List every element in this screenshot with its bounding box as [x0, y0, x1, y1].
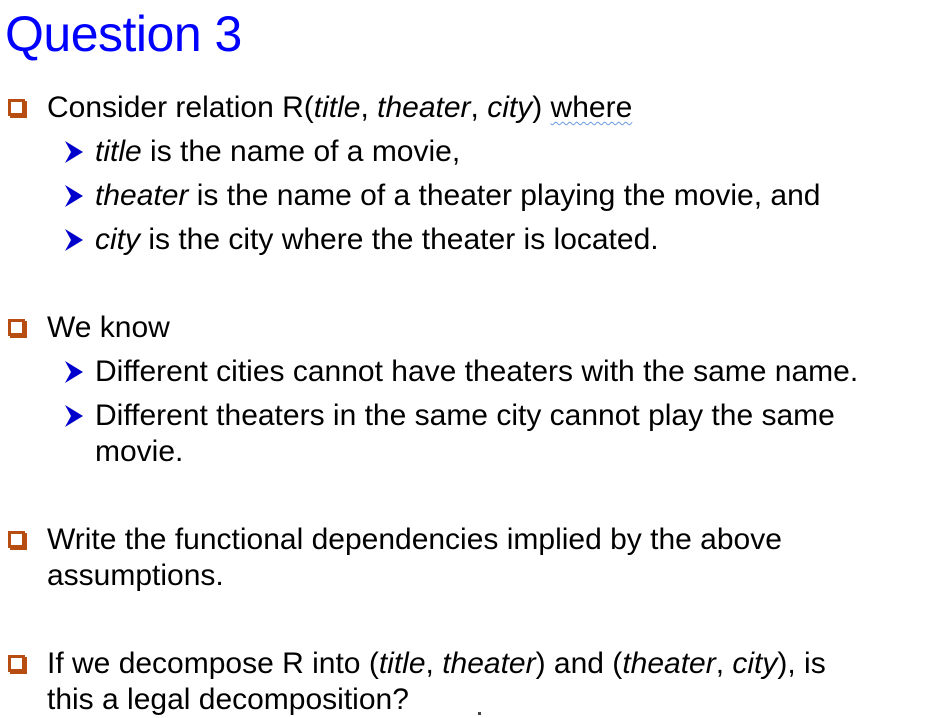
sub-bullet-text: Different theaters in the same city cann… — [95, 399, 835, 432]
arrow-bullet-icon — [65, 185, 83, 207]
sub-bullet-text: city is the city where the theater is lo… — [95, 223, 659, 256]
bullet-text: If we decompose R into (title, theater) … — [47, 647, 826, 680]
sub-bullet-text: movie. — [95, 435, 184, 468]
square-bullet-icon — [8, 531, 25, 548]
bullet-text: this a legal decomposition? — [47, 683, 409, 716]
sub-bullet-text: title is the name of a movie, — [95, 135, 461, 168]
bullet-text: Consider relation R(title, theater, city… — [47, 91, 633, 124]
arrow-bullet-icon — [65, 405, 83, 427]
square-bullet-icon — [8, 99, 25, 116]
cursor-mark — [478, 712, 481, 715]
page-title: Question 3 — [5, 6, 242, 62]
bullet-text: Write the functional dependencies implie… — [47, 523, 782, 556]
arrow-bullet-icon — [65, 361, 83, 383]
arrow-bullet-icon — [65, 141, 83, 163]
square-bullet-icon — [8, 655, 25, 672]
square-bullet-icon — [8, 319, 25, 336]
sub-bullet-text: Different cities cannot have theaters wi… — [95, 355, 859, 388]
sub-bullet-text: theater is the name of a theater playing… — [95, 179, 821, 212]
spellcheck-underlined-word: where — [550, 91, 633, 124]
arrow-bullet-icon — [65, 229, 83, 251]
bullet-text: assumptions. — [47, 559, 224, 592]
bullet-text: We know — [47, 311, 170, 344]
